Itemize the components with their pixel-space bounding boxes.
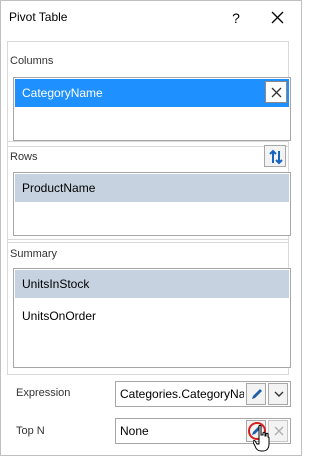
list-item-label: UnitsInStock [22, 277, 90, 291]
list-item[interactable]: ProductName [15, 174, 289, 202]
remove-column-button[interactable] [265, 81, 287, 103]
expression-label: Expression [16, 387, 71, 399]
rows-list[interactable]: ProductName [13, 172, 291, 236]
list-item[interactable]: CategoryName [15, 79, 289, 107]
clear-x-icon [274, 426, 284, 436]
list-item-label: ProductName [22, 181, 96, 195]
help-button[interactable]: ? [223, 5, 249, 31]
title-bar: Pivot Table ? [1, 1, 301, 35]
list-item-label: CategoryName [22, 86, 103, 100]
chevron-down-icon [274, 391, 284, 397]
expression-dropdown-button[interactable] [268, 383, 288, 405]
expression-combo[interactable]: Categories.CategoryName [115, 381, 291, 407]
expression-value: Categories.CategoryName [120, 387, 244, 401]
top-n-label: Top N [16, 425, 45, 437]
pivot-table-dialog: Pivot Table ? Columns CategoryName Rows [0, 0, 302, 456]
pencil-icon [252, 389, 262, 399]
close-button[interactable] [263, 5, 293, 31]
list-item[interactable]: UnitsInStock [15, 270, 289, 298]
remove-x-icon [271, 87, 282, 98]
expression-edit-button[interactable] [246, 383, 266, 405]
columns-label: Columns [10, 55, 54, 67]
close-icon [271, 11, 284, 24]
top-n-clear-button[interactable] [268, 420, 288, 442]
top-n-value: None [120, 424, 149, 438]
list-item[interactable]: UnitsOnOrder [15, 302, 289, 330]
dialog-title: Pivot Table [9, 10, 68, 24]
list-item-label: UnitsOnOrder [22, 309, 97, 323]
columns-list[interactable]: CategoryName [13, 77, 291, 141]
summary-list[interactable]: UnitsInStock UnitsOnOrder [13, 268, 291, 368]
mouse-pointer-icon [253, 425, 270, 452]
